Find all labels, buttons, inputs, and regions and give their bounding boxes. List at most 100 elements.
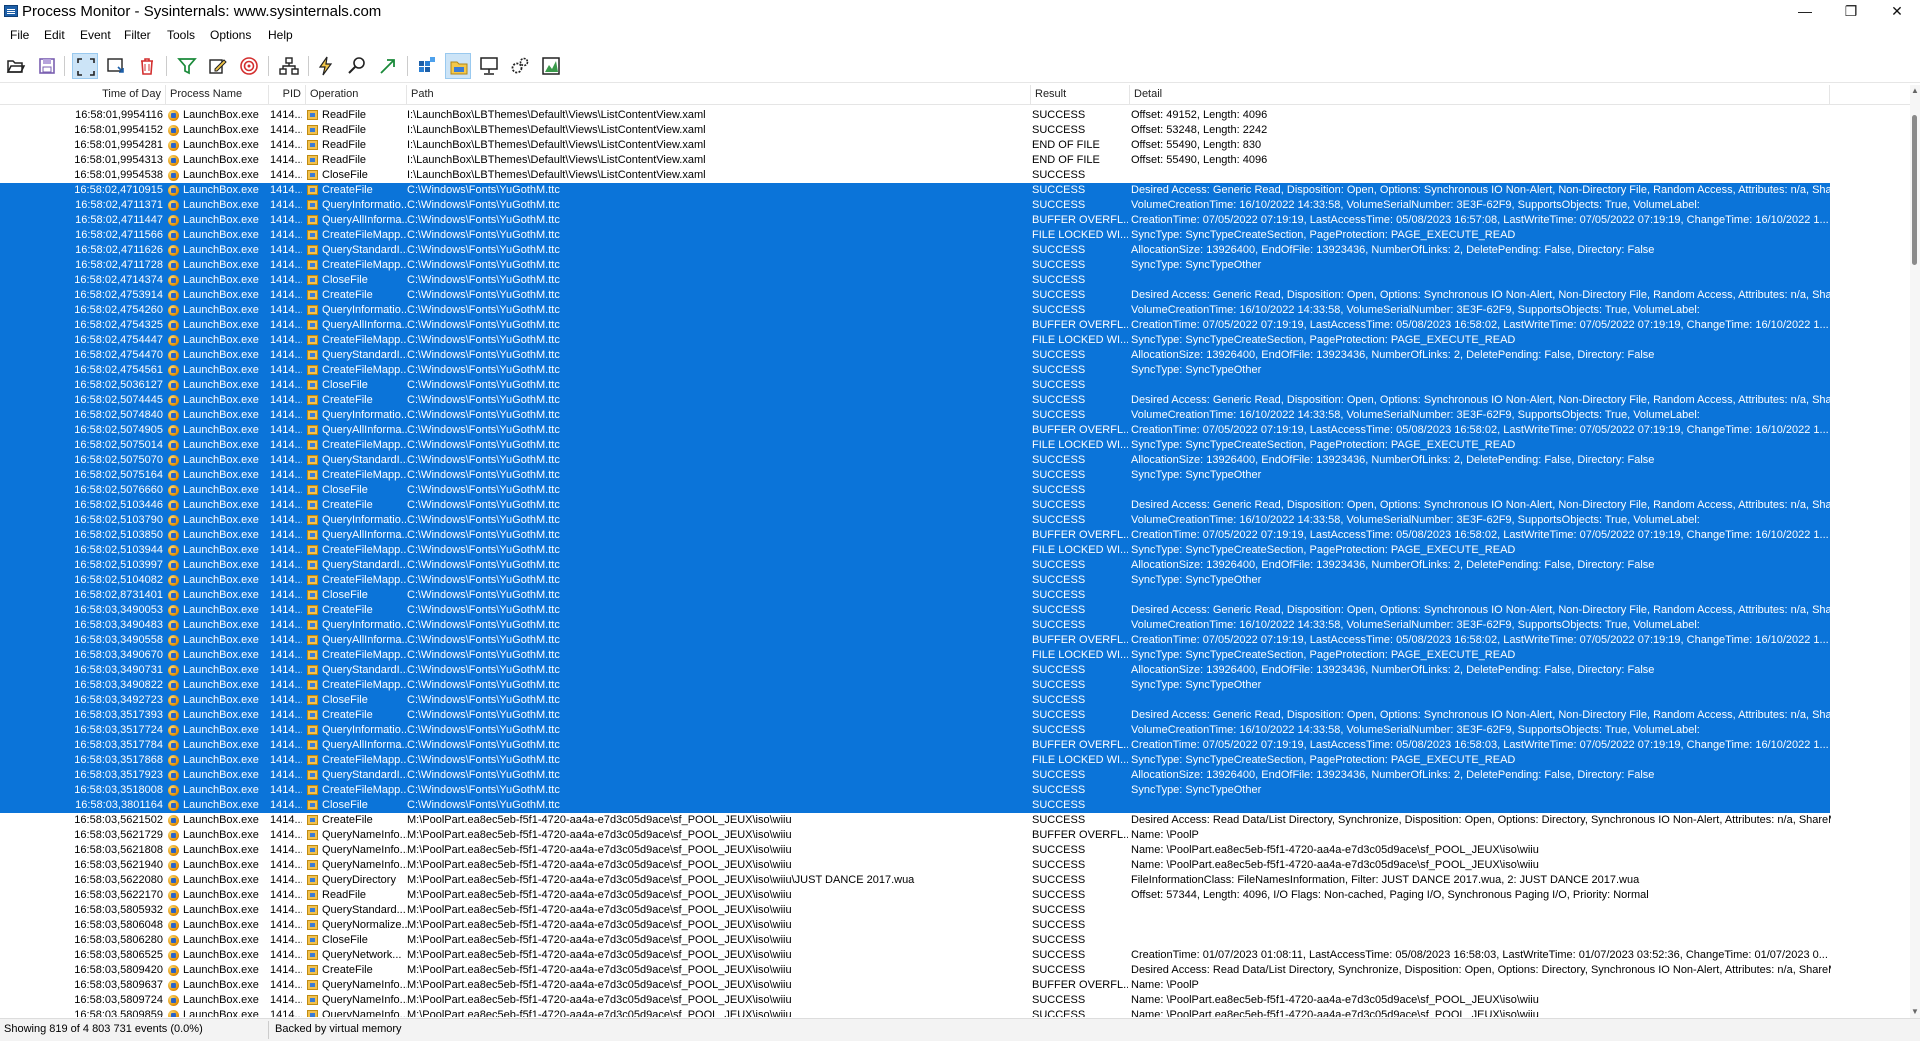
event-row[interactable]: 16:58:02,5074840 LaunchBox.exe 1414... Quer… [0,408,1830,423]
menu-event[interactable]: Event [80,28,111,42]
event-properties-icon[interactable] [313,53,339,79]
event-row[interactable]: 16:58:02,8731401 LaunchBox.exe 1414... Clos… [0,588,1830,603]
event-row[interactable]: 16:58:02,5074905 LaunchBox.exe 1414... Quer… [0,423,1830,438]
open-icon[interactable] [3,53,29,79]
event-row[interactable]: 16:58:03,5621808 LaunchBox.exe 1414... Quer… [0,843,1830,858]
event-row[interactable]: 16:58:03,3518008 LaunchBox.exe 1414... Crea… [0,783,1830,798]
event-row[interactable]: 16:58:02,5103997 LaunchBox.exe 1414... Quer… [0,558,1830,573]
process-activity-icon[interactable] [507,53,533,79]
scrollbar-thumb[interactable] [1912,115,1917,265]
event-row[interactable]: 16:58:02,5104082 LaunchBox.exe 1414... Crea… [0,573,1830,588]
event-row[interactable]: 16:58:02,5103944 LaunchBox.exe 1414... Crea… [0,543,1830,558]
event-row[interactable]: 16:58:03,3517868 LaunchBox.exe 1414... Crea… [0,753,1830,768]
column-header-pid[interactable]: PID [269,85,306,104]
event-row[interactable]: 16:58:02,5075164 LaunchBox.exe 1414... Crea… [0,468,1830,483]
find-icon[interactable] [344,53,370,79]
event-row[interactable]: 16:58:02,5036127 LaunchBox.exe 1414... Clos… [0,378,1830,393]
event-row[interactable]: 16:58:01,9954281 LaunchBox.exe 1414... Read… [0,138,1830,153]
event-row[interactable]: 16:58:02,5075070 LaunchBox.exe 1414... Quer… [0,453,1830,468]
event-row[interactable]: 16:58:03,5621502 LaunchBox.exe 1414... Crea… [0,813,1831,828]
save-icon[interactable] [34,53,60,79]
filter-icon[interactable] [174,53,200,79]
minimize-button[interactable]: — [1782,0,1828,22]
event-row[interactable]: 16:58:03,5809859 LaunchBox.exe 1414... Quer… [0,1008,1830,1017]
event-row[interactable]: 16:58:03,5806525 LaunchBox.exe 1414... Quer… [0,948,1830,963]
event-row[interactable]: 16:58:01,9954313 LaunchBox.exe 1414... Read… [0,153,1830,168]
event-row[interactable]: 16:58:03,3490558 LaunchBox.exe 1414... Quer… [0,633,1830,648]
event-row[interactable]: 16:58:02,4714374 LaunchBox.exe 1414... Clos… [0,273,1830,288]
event-row[interactable]: 16:58:03,5809724 LaunchBox.exe 1414... Quer… [0,993,1830,1008]
menu-file[interactable]: File [10,28,29,42]
event-row[interactable]: 16:58:02,4753914 LaunchBox.exe 1414... Crea… [0,288,1831,303]
event-row[interactable]: 16:58:03,5809637 LaunchBox.exe 1414... Quer… [0,978,1830,993]
menu-filter[interactable]: Filter [124,28,151,42]
file-system-activity-icon[interactable] [445,53,471,79]
event-row[interactable]: 16:58:03,5621940 LaunchBox.exe 1414... Quer… [0,858,1830,873]
detail-cell: CreationTime: 07/05/2022 07:19:19, LastA… [1131,634,1829,646]
event-row[interactable]: 16:58:03,3490822 LaunchBox.exe 1414... Crea… [0,678,1830,693]
event-row[interactable]: 16:58:03,3517393 LaunchBox.exe 1414... Crea… [0,708,1831,723]
event-row[interactable]: 16:58:03,3492723 LaunchBox.exe 1414... Clos… [0,693,1830,708]
event-row[interactable]: 16:58:01,9954116 LaunchBox.exe 1414... Read… [0,108,1830,123]
event-row[interactable]: 16:58:02,4754260 LaunchBox.exe 1414... Quer… [0,303,1830,318]
event-row[interactable]: 16:58:03,3517923 LaunchBox.exe 1414... Quer… [0,768,1830,783]
event-row[interactable]: 16:58:02,4754325 LaunchBox.exe 1414... Quer… [0,318,1830,333]
event-row[interactable]: 16:58:03,3490483 LaunchBox.exe 1414... Quer… [0,618,1830,633]
column-header-process[interactable]: Process Name [166,85,269,104]
column-header-operation[interactable]: Operation [306,85,407,104]
menu-options[interactable]: Options [210,28,251,42]
scroll-up-icon[interactable]: ▲ [1910,85,1920,97]
column-header-time[interactable]: Time of Day [0,85,166,104]
maximize-button[interactable]: ❐ [1828,0,1874,22]
registry-activity-icon[interactable] [414,53,440,79]
event-row[interactable]: 16:58:03,5806048 LaunchBox.exe 1414... Quer… [0,918,1830,933]
column-header-result[interactable]: Result [1031,85,1130,104]
event-row[interactable]: 16:58:01,9954538 LaunchBox.exe 1414... Clos… [0,168,1830,183]
process-tree-icon[interactable] [276,53,302,79]
event-row[interactable]: 16:58:02,4711447 LaunchBox.exe 1414... Quer… [0,213,1830,228]
event-row[interactable]: 16:58:02,4711566 LaunchBox.exe 1414... Crea… [0,228,1830,243]
event-row[interactable]: 16:58:02,4754561 LaunchBox.exe 1414... Crea… [0,363,1830,378]
menu-help[interactable]: Help [268,28,293,42]
autoscroll-icon[interactable] [103,53,129,79]
event-row[interactable]: 16:58:03,3517724 LaunchBox.exe 1414... Quer… [0,723,1830,738]
event-row[interactable]: 16:58:03,3517784 LaunchBox.exe 1414... Quer… [0,738,1830,753]
event-row[interactable]: 16:58:02,5076660 LaunchBox.exe 1414... Clos… [0,483,1830,498]
event-row[interactable]: 16:58:03,5622170 LaunchBox.exe 1414... Read… [0,888,1830,903]
event-row[interactable]: 16:58:03,3490053 LaunchBox.exe 1414... Crea… [0,603,1831,618]
event-row[interactable]: 16:58:03,3490731 LaunchBox.exe 1414... Quer… [0,663,1830,678]
column-header-path[interactable]: Path [407,85,1031,104]
scroll-down-icon[interactable]: ▼ [1910,1006,1920,1018]
profiling-activity-icon[interactable] [538,53,564,79]
close-button[interactable]: ✕ [1874,0,1920,22]
capture-icon[interactable] [72,53,98,79]
event-row[interactable]: 16:58:02,4711626 LaunchBox.exe 1414... Quer… [0,243,1830,258]
network-activity-icon[interactable] [476,53,502,79]
vertical-scrollbar[interactable]: ▲ ▼ [1910,85,1920,1018]
event-row[interactable]: 16:58:02,5103446 LaunchBox.exe 1414... Crea… [0,498,1831,513]
event-row[interactable]: 16:58:02,5075014 LaunchBox.exe 1414... Crea… [0,438,1830,453]
menu-edit[interactable]: Edit [44,28,65,42]
event-row[interactable]: 16:58:03,5809420 LaunchBox.exe 1414... Crea… [0,963,1831,978]
event-row[interactable]: 16:58:03,5621729 LaunchBox.exe 1414... Quer… [0,828,1830,843]
event-row[interactable]: 16:58:02,5103850 LaunchBox.exe 1414... Quer… [0,528,1830,543]
event-row[interactable]: 16:58:01,9954152 LaunchBox.exe 1414... Read… [0,123,1830,138]
event-row[interactable]: 16:58:03,5806280 LaunchBox.exe 1414... Clos… [0,933,1830,948]
highlight-icon[interactable] [205,53,231,79]
event-row[interactable]: 16:58:03,3801164 LaunchBox.exe 1414... Clos… [0,798,1830,813]
event-row[interactable]: 16:58:03,5622080 LaunchBox.exe 1414... Quer… [0,873,1830,888]
menu-tools[interactable]: Tools [167,28,195,42]
event-row[interactable]: 16:58:03,3490670 LaunchBox.exe 1414... Crea… [0,648,1830,663]
event-row[interactable]: 16:58:02,4754447 LaunchBox.exe 1414... Crea… [0,333,1830,348]
event-row[interactable]: 16:58:02,5074445 LaunchBox.exe 1414... Crea… [0,393,1831,408]
event-row[interactable]: 16:58:02,4711728 LaunchBox.exe 1414... Crea… [0,258,1830,273]
column-header-detail[interactable]: Detail [1130,85,1830,104]
event-row[interactable]: 16:58:02,4711371 LaunchBox.exe 1414... Quer… [0,198,1830,213]
event-row[interactable]: 16:58:02,5103790 LaunchBox.exe 1414... Quer… [0,513,1830,528]
clear-icon[interactable] [134,53,160,79]
event-row[interactable]: 16:58:02,4754470 LaunchBox.exe 1414... Quer… [0,348,1830,363]
event-row[interactable]: 16:58:02,4710915 LaunchBox.exe 1414... Crea… [0,183,1831,198]
target-icon[interactable] [236,53,262,79]
jump-icon[interactable] [375,53,401,79]
event-row[interactable]: 16:58:03,5805932 LaunchBox.exe 1414... Quer… [0,903,1830,918]
